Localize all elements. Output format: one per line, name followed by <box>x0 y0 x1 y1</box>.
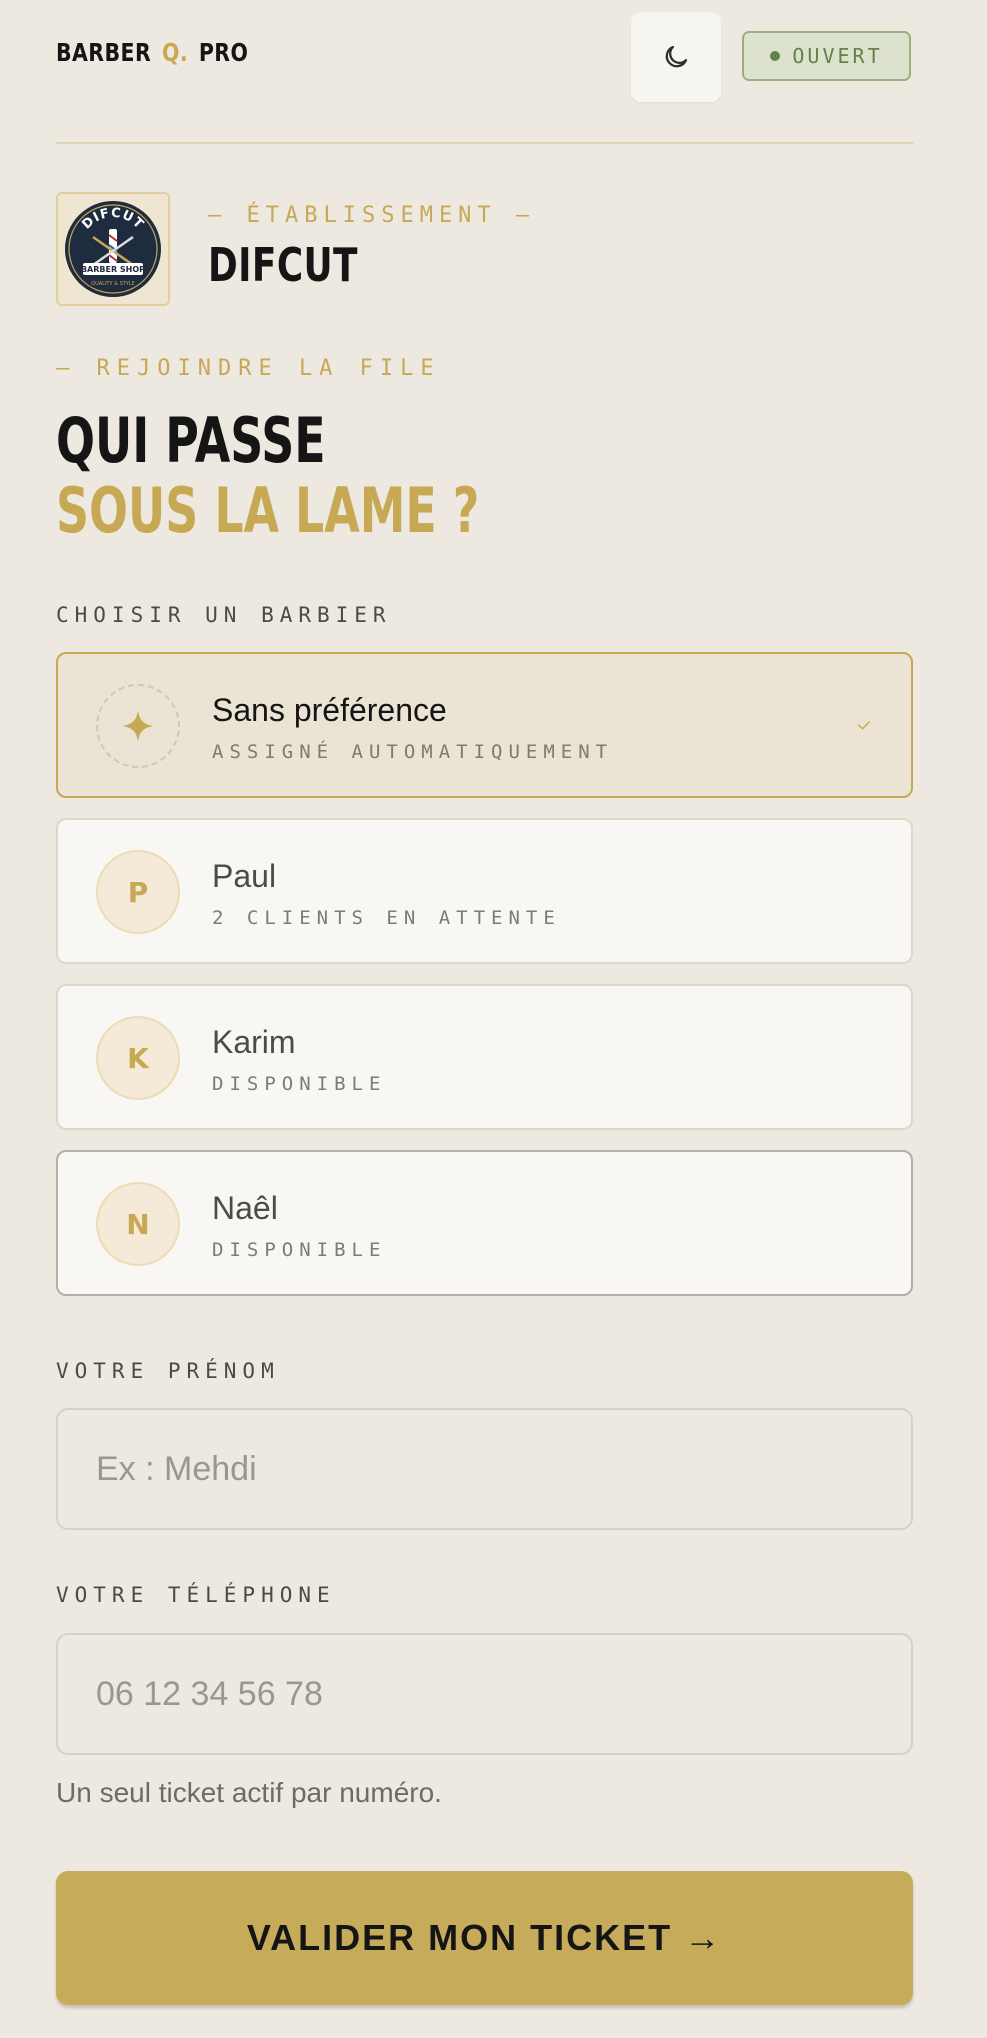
barber-name: Karim <box>212 1024 296 1060</box>
check-icon <box>858 721 870 730</box>
establishment-name: DIFCUT <box>208 238 358 292</box>
top-bar: BARBER Q. PRO OUVERT <box>56 0 913 144</box>
phone-label: VOTRE TÉLÉPHONE <box>56 1583 336 1607</box>
brand-text-pro: PRO <box>198 38 249 67</box>
svg-text:BARBER SHOP: BARBER SHOP <box>81 265 145 274</box>
barber-name: Naêl <box>212 1190 278 1226</box>
submit-ticket-button[interactable]: VALIDER MON TICKET → <box>56 1871 913 2005</box>
barber-option-no-preference[interactable]: Sans préférence ASSIGNÉ AUTOMATIQUEMENT <box>56 652 913 798</box>
phone-input[interactable] <box>56 1633 913 1755</box>
barber-option-paul[interactable]: P Paul 2 CLIENTS EN ATTENTE <box>56 818 913 964</box>
avatar: K <box>96 1016 180 1100</box>
status-dot <box>770 51 781 61</box>
phone-hint: Un seul ticket actif par numéro. <box>56 1777 442 1808</box>
avatar-auto <box>96 684 180 768</box>
barber-status: 2 CLIENTS EN ATTENTE <box>212 907 561 929</box>
firstname-label: VOTRE PRÉNOM <box>56 1359 280 1383</box>
establishment-logo: DIFCUT BARBER SHOP QUALITY & STYLE <box>56 192 170 306</box>
header-divider <box>56 142 913 144</box>
choose-barber-label: CHOISIR UN BARBIER <box>56 603 392 627</box>
page-title-line1: QUI PASSE <box>56 404 326 477</box>
sparkle-icon <box>122 710 154 742</box>
barber-option-nael[interactable]: N Naêl DISPONIBLE <box>56 1150 913 1296</box>
status-badge: OUVERT <box>742 31 911 81</box>
barber-status: DISPONIBLE <box>212 1239 387 1261</box>
firstname-input[interactable] <box>56 1408 913 1530</box>
barber-name: Sans préférence <box>212 692 447 728</box>
avatar: P <box>96 850 180 934</box>
brand-text-barber: BARBER <box>56 38 152 67</box>
svg-text:QUALITY & STYLE: QUALITY & STYLE <box>91 281 135 287</box>
page-title-line2: SOUS LA LAME ? <box>56 474 480 547</box>
join-queue-label: — REJOINDRE LA FILE <box>56 356 441 381</box>
theme-toggle-button[interactable] <box>631 12 721 102</box>
barbershop-logo-image: DIFCUT BARBER SHOP QUALITY & STYLE <box>65 201 161 297</box>
avatar: N <box>96 1182 180 1266</box>
barber-name: Paul <box>212 858 277 894</box>
brand-text-q: Q. <box>161 38 189 67</box>
barber-status: DISPONIBLE <box>212 1073 387 1095</box>
status-label: OUVERT <box>792 44 883 68</box>
barber-status: ASSIGNÉ AUTOMATIQUEMENT <box>212 741 614 763</box>
barber-option-karim[interactable]: K Karim DISPONIBLE <box>56 984 913 1130</box>
brand-logo[interactable]: BARBER Q. PRO <box>56 38 248 67</box>
establishment-label: — ÉTABLISSEMENT — <box>208 203 536 228</box>
moon-icon <box>665 45 688 68</box>
